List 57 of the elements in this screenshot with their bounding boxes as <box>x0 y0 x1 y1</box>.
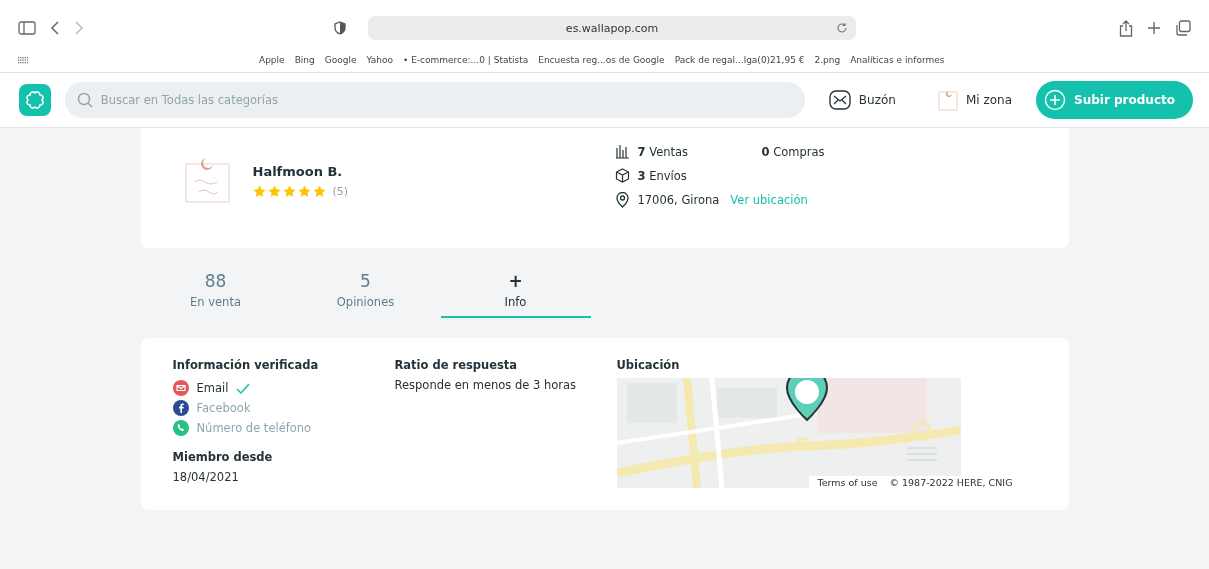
section-title: Información verificada <box>172 358 320 372</box>
address-bar[interactable]: es.wallapop.com <box>368 16 856 40</box>
inbox-button[interactable]: Buzón <box>818 90 906 110</box>
response-text: Responde en menos de 3 horas <box>394 378 577 392</box>
bookmark-link[interactable]: Yahoo <box>366 55 393 65</box>
seller-name: Halfmoon B. <box>252 164 344 179</box>
shipments-stat: 3 Envíos <box>637 168 687 183</box>
shield-icon <box>334 21 346 35</box>
facebook-icon <box>172 400 189 416</box>
sidebar-icon[interactable] <box>18 21 36 35</box>
verification-label: Email <box>196 381 229 395</box>
bookmark-link[interactable]: • E-commerce:...0 | Statista <box>402 55 529 65</box>
box-icon <box>615 168 631 183</box>
profile-tab[interactable]: + Info <box>440 270 591 318</box>
bookmark-link[interactable]: Encuesta reg...os de Google <box>538 55 665 65</box>
section-title: Ubicación <box>616 358 681 372</box>
profile-tab[interactable]: 5 Opiniones <box>290 270 441 318</box>
phone-icon <box>172 420 189 436</box>
check-icon <box>236 382 251 394</box>
location-pin-icon <box>615 192 631 208</box>
verification-label: Número de teléfono <box>196 421 312 435</box>
bookmark-link[interactable]: 2.png <box>814 55 841 65</box>
bookmark-link[interactable]: Pack de regal...lga(0)21,95 € <box>674 55 805 65</box>
bookmark-link[interactable]: Google <box>324 55 357 65</box>
share-icon[interactable] <box>1119 19 1133 37</box>
star-icon <box>252 185 266 198</box>
purchases-stat: 0 Compras <box>761 144 825 159</box>
search-field[interactable]: Buscar en Todas las categorías <box>64 82 805 118</box>
bookmark-link[interactable]: Apple <box>259 55 285 65</box>
location-text: 17006, Girona <box>637 193 720 207</box>
mail-icon <box>172 380 189 396</box>
star-icon <box>297 185 311 198</box>
avatar-icon <box>937 89 958 111</box>
bookmark-link[interactable]: Analíticas e informes <box>850 55 945 65</box>
plus-icon <box>1044 89 1067 111</box>
my-zone-button[interactable]: Mi zona <box>927 89 1023 111</box>
bar-chart-icon <box>615 144 631 159</box>
bookmark-link[interactable]: Bing <box>294 55 315 65</box>
verification-label: Facebook <box>196 401 251 415</box>
star-icon <box>267 185 281 198</box>
avatar-drawing <box>184 158 231 204</box>
sales-stat: 7 Ventas <box>637 144 689 159</box>
section-title: Ratio de respuesta <box>394 358 519 372</box>
envelope-icon <box>828 90 851 110</box>
terms-link[interactable]: Terms of use <box>817 477 878 488</box>
section-title: Miembro desde <box>172 450 274 464</box>
logo-icon[interactable] <box>19 84 51 116</box>
star-icon <box>282 185 296 198</box>
map-copyright: © 1987-2022 HERE, CNIG <box>889 477 1013 488</box>
tabs-icon[interactable] <box>1175 20 1191 36</box>
star-icon <box>312 185 326 198</box>
reload-icon[interactable] <box>836 22 848 34</box>
back-icon[interactable] <box>50 21 60 35</box>
member-date: 18/04/2021 <box>172 470 240 484</box>
profile-tab[interactable]: 88 En venta <box>140 270 291 318</box>
grid-icon[interactable] <box>18 56 29 64</box>
plus-icon[interactable] <box>1147 21 1161 35</box>
